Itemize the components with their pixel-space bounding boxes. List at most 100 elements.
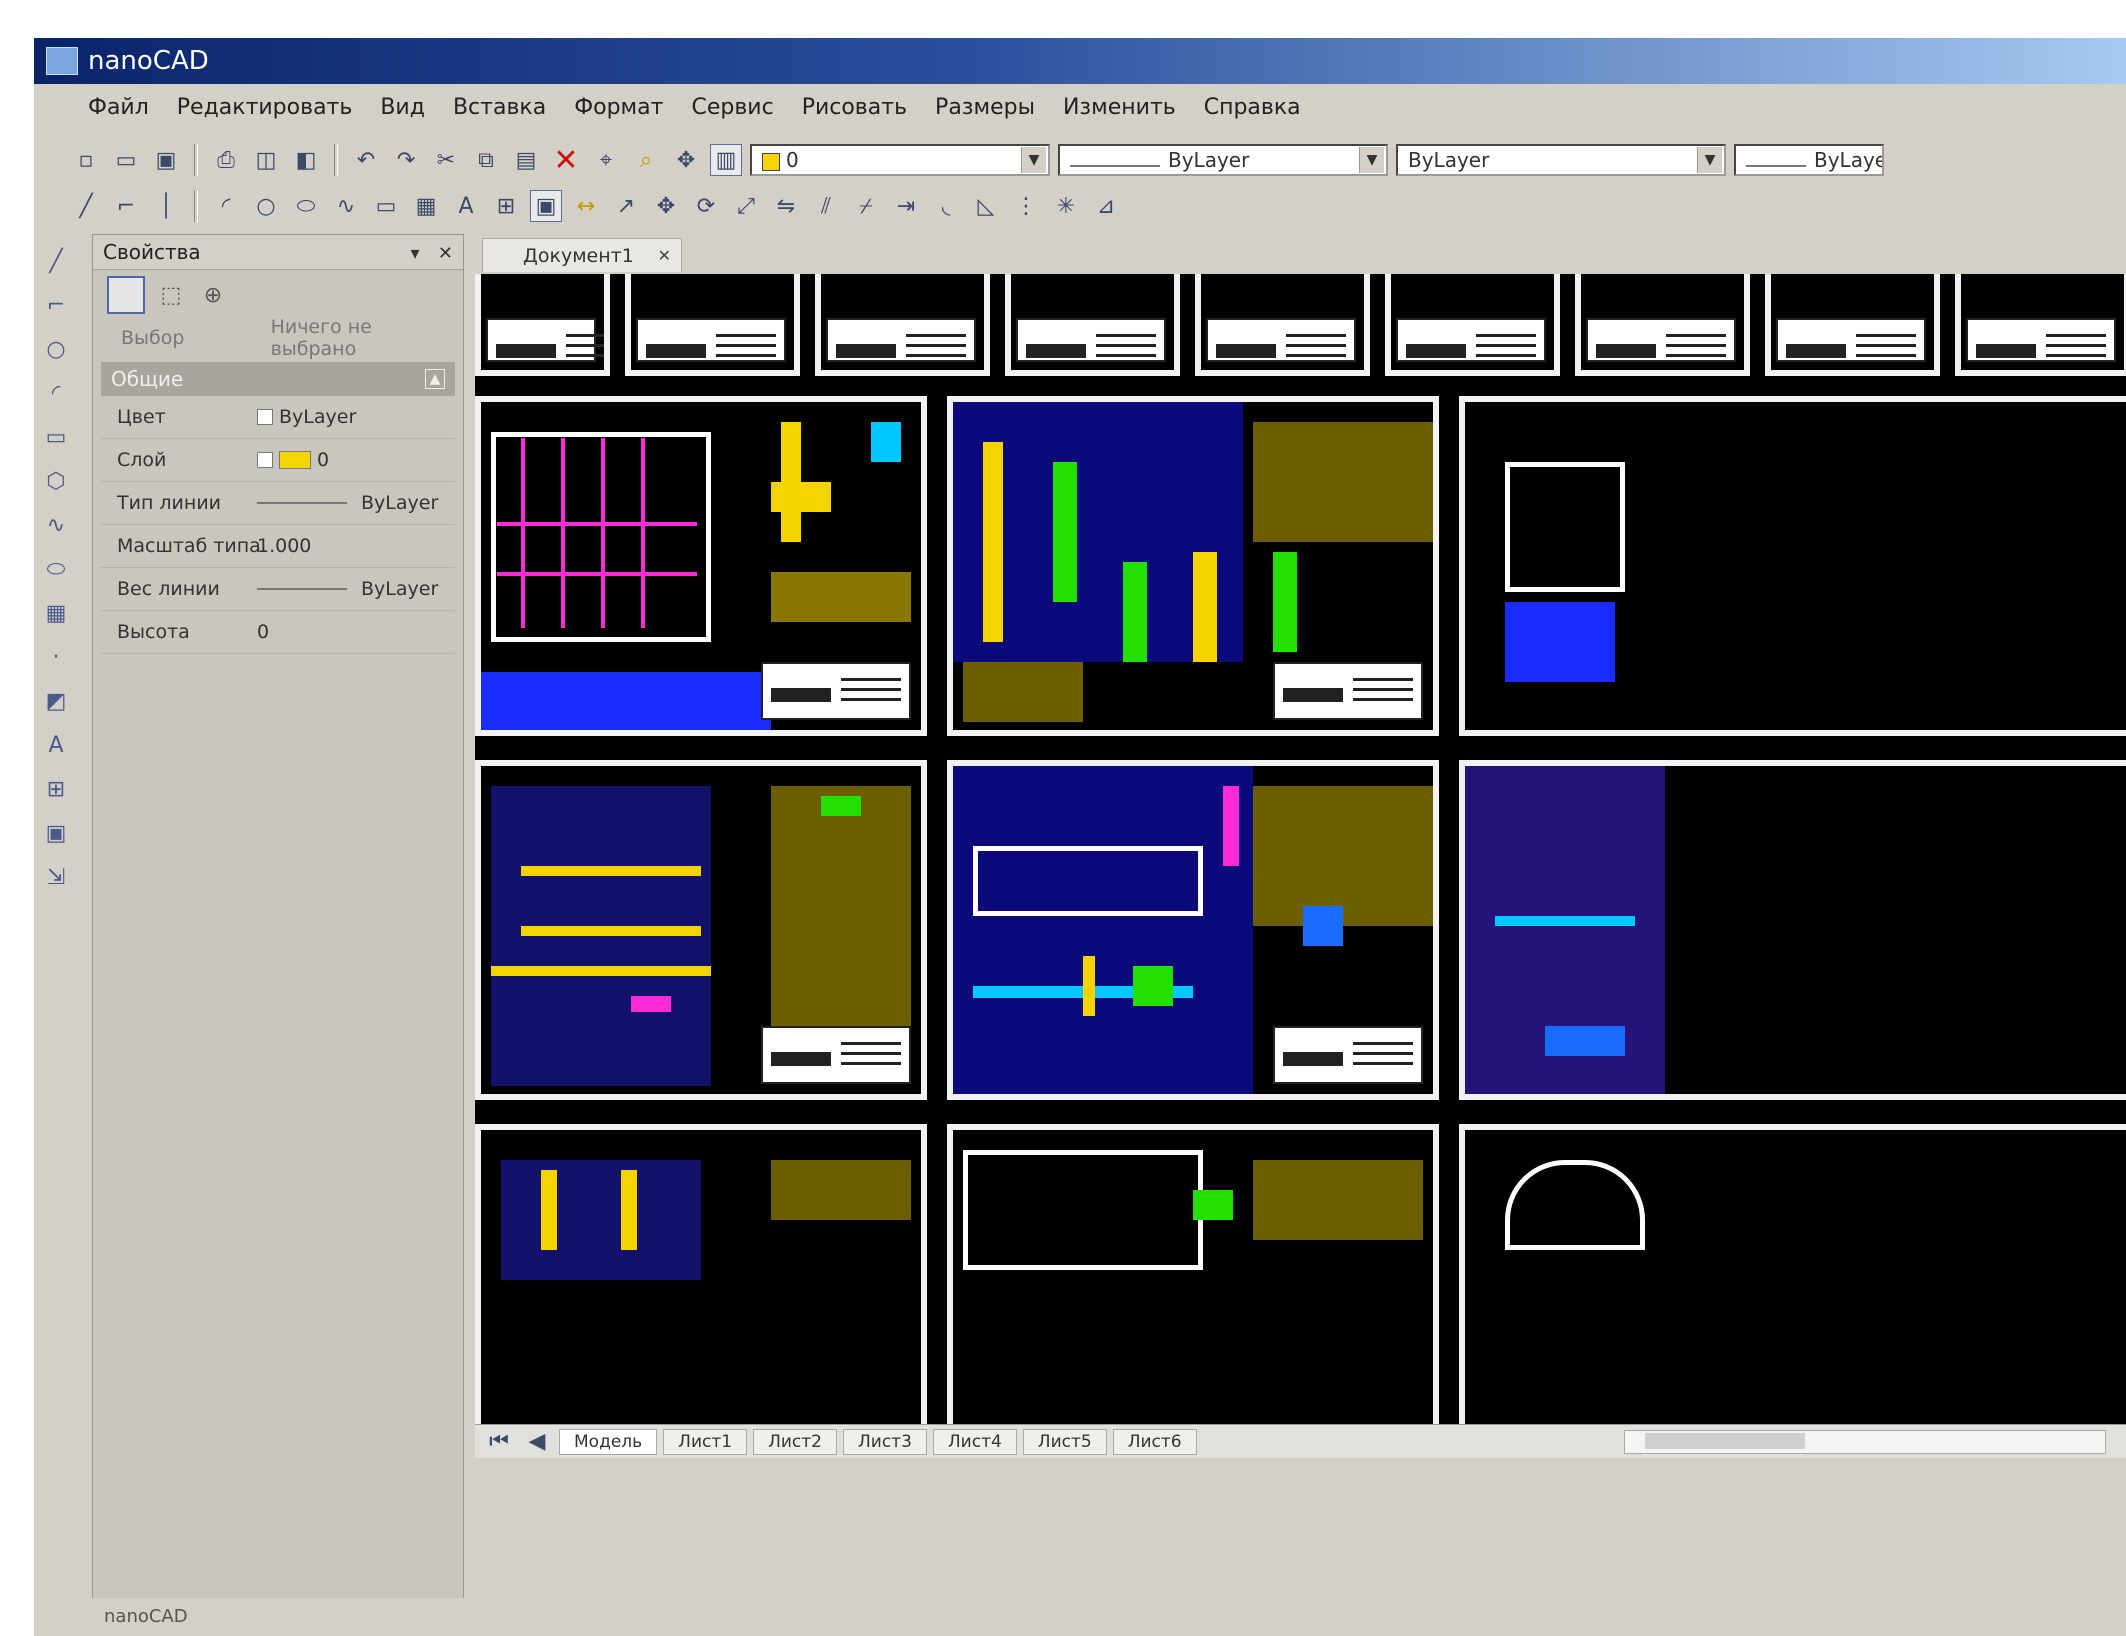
ellipse-icon[interactable]: ⬭	[39, 552, 73, 586]
line-icon[interactable]: ╱	[39, 244, 73, 278]
zoom-icon[interactable]: ⌕	[630, 144, 662, 176]
chevron-down-icon[interactable]: ▼	[1359, 147, 1384, 173]
layers-manager-icon[interactable]: ▥	[710, 144, 742, 176]
insert-icon[interactable]: ⇲	[39, 860, 73, 894]
rotate-icon[interactable]: ⟳	[690, 190, 722, 222]
measure-icon[interactable]: ⊿	[1090, 190, 1122, 222]
drawing-canvas[interactable]	[475, 274, 2126, 1424]
text-icon[interactable]: A	[39, 728, 73, 762]
circle-icon[interactable]: ○	[250, 190, 282, 222]
layout-tab[interactable]: Модель	[559, 1428, 658, 1455]
circle-icon[interactable]: ○	[39, 332, 73, 366]
property-row-linetype-scale[interactable]: Масштаб типа 1.000	[101, 525, 455, 568]
delete-icon[interactable]: ✕	[550, 143, 582, 178]
chamfer-icon[interactable]: ◺	[970, 190, 1002, 222]
open-icon[interactable]: ▭	[110, 144, 142, 176]
rectangle-icon[interactable]: ▭	[39, 420, 73, 454]
property-row-thickness[interactable]: Высота 0	[101, 611, 455, 654]
menu-view[interactable]: Вид	[366, 95, 439, 120]
extend-icon[interactable]: ⇥	[890, 190, 922, 222]
property-row-color[interactable]: Цвет ByLayer	[101, 396, 455, 439]
menu-insert[interactable]: Вставка	[439, 95, 560, 120]
layout-tab[interactable]: Лист4	[932, 1428, 1017, 1455]
leader-icon[interactable]: ↗	[610, 190, 642, 222]
property-row-layer[interactable]: Слой 0	[101, 439, 455, 482]
layout-tab[interactable]: Лист3	[842, 1428, 927, 1455]
rectangle-icon[interactable]: ▭	[370, 190, 402, 222]
hatch-icon[interactable]: ▦	[39, 596, 73, 630]
print-preview-icon[interactable]: ◫	[250, 144, 282, 176]
layout-tab[interactable]: Лист6	[1112, 1428, 1197, 1455]
pickadd-icon[interactable]: ⊕	[197, 279, 229, 311]
property-row-linetype[interactable]: Тип линии ByLayer	[101, 482, 455, 525]
menu-format[interactable]: Формат	[560, 95, 677, 120]
offset-icon[interactable]: ⫽	[810, 190, 842, 222]
scale-icon[interactable]: ⤢	[730, 190, 762, 222]
menu-draw[interactable]: Рисовать	[788, 95, 921, 120]
paste-icon[interactable]: ▤	[510, 144, 542, 176]
menu-dimensions[interactable]: Размеры	[921, 95, 1049, 120]
ellipse-icon[interactable]: ⬭	[290, 190, 322, 222]
select-objects-icon[interactable]: ⬚	[155, 279, 187, 311]
save-icon[interactable]: ▣	[150, 144, 182, 176]
lineweight-combo[interactable]: ByLayer ▼	[1396, 144, 1726, 176]
xline-icon[interactable]: │	[150, 190, 182, 222]
previous-tab-icon[interactable]: ◀	[521, 1426, 553, 1458]
move-icon[interactable]: ✥	[650, 190, 682, 222]
spline-icon[interactable]: ∿	[330, 190, 362, 222]
layout-tab[interactable]: Лист5	[1022, 1428, 1107, 1455]
cut-icon[interactable]: ✂	[430, 144, 462, 176]
explode-icon[interactable]: ✳	[1050, 190, 1082, 222]
redo-icon[interactable]: ↷	[390, 144, 422, 176]
horizontal-scrollbar[interactable]	[1624, 1429, 2106, 1454]
property-row-lineweight[interactable]: Вес линии ByLayer	[101, 568, 455, 611]
chevron-down-icon[interactable]: ▼	[1697, 147, 1722, 173]
table-icon[interactable]: ⊞	[39, 772, 73, 806]
layout-tab[interactable]: Лист2	[753, 1428, 837, 1455]
arc-icon[interactable]: ◜	[39, 376, 73, 410]
polyline-icon[interactable]: ⌐	[39, 288, 73, 322]
collapse-icon[interactable]: ▲	[425, 369, 445, 389]
block-icon[interactable]: ▣	[39, 816, 73, 850]
close-icon[interactable]: ✕	[658, 239, 671, 273]
linetype-combo[interactable]: ByLayer ▼	[1058, 144, 1388, 176]
block-icon[interactable]: ▣	[530, 190, 562, 222]
hatch-icon[interactable]: ▦	[410, 190, 442, 222]
dimension-icon[interactable]: ↔	[570, 190, 602, 222]
menu-file[interactable]: Файл	[74, 95, 163, 120]
polyline-icon[interactable]: ⌐	[110, 190, 142, 222]
menu-modify[interactable]: Изменить	[1049, 95, 1190, 120]
close-icon[interactable]: ✕	[438, 243, 453, 264]
mirror-icon[interactable]: ⇋	[770, 190, 802, 222]
line-icon[interactable]: ╱	[70, 190, 102, 222]
new-icon[interactable]: ▫	[70, 144, 102, 176]
array-icon[interactable]: ⋮	[1010, 190, 1042, 222]
table-icon[interactable]: ⊞	[490, 190, 522, 222]
point-icon[interactable]: ·	[39, 640, 73, 674]
menu-edit[interactable]: Редактировать	[163, 95, 367, 120]
first-tab-icon[interactable]: ⏮	[483, 1426, 515, 1458]
trim-icon[interactable]: ⌿	[850, 190, 882, 222]
copy-icon[interactable]: ⧉	[470, 144, 502, 176]
undo-icon[interactable]: ↶	[350, 144, 382, 176]
text-icon[interactable]: A	[450, 190, 482, 222]
match-properties-icon[interactable]: ⌖	[590, 144, 622, 176]
layer-combo[interactable]: 0 ▼	[750, 144, 1050, 176]
chevron-down-icon[interactable]: ▼	[1021, 147, 1046, 173]
spline-icon[interactable]: ∿	[39, 508, 73, 542]
menu-tools[interactable]: Сервис	[677, 95, 787, 120]
menu-help[interactable]: Справка	[1190, 95, 1315, 120]
print-icon[interactable]: ⎙	[210, 144, 242, 176]
color-combo[interactable]: ByLayer	[1734, 144, 1884, 176]
pin-icon[interactable]: ▾	[411, 243, 420, 264]
layout-tab[interactable]: Лист1	[663, 1428, 748, 1455]
arc-icon[interactable]: ◜	[210, 190, 242, 222]
fillet-icon[interactable]: ◟	[930, 190, 962, 222]
document-tab[interactable]: Документ1 ✕	[482, 238, 682, 272]
properties-section-general[interactable]: Общие ▲	[101, 362, 455, 396]
polygon-icon[interactable]: ⬡	[39, 464, 73, 498]
region-icon[interactable]: ◩	[39, 684, 73, 718]
quick-select-icon[interactable]	[107, 276, 145, 314]
pan-icon[interactable]: ✥	[670, 144, 702, 176]
publish-icon[interactable]: ◧	[290, 144, 322, 176]
